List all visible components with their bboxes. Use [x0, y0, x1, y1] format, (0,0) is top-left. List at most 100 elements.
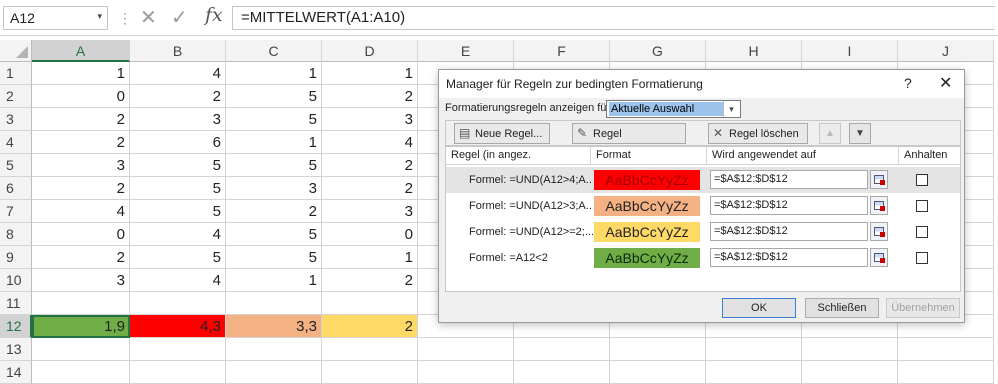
cell-b10[interactable]: 4 [130, 269, 226, 292]
cell-b14[interactable] [130, 361, 226, 384]
cell-a12[interactable]: 1,9 [32, 315, 130, 338]
column-header-j[interactable]: J [898, 40, 994, 62]
cell-b3[interactable]: 3 [130, 108, 226, 131]
cell-d2[interactable]: 2 [322, 85, 418, 108]
range-picker-icon[interactable] [870, 170, 888, 189]
cell-d11[interactable] [322, 292, 418, 315]
cell-b1[interactable]: 4 [130, 62, 226, 85]
cell-h13[interactable] [706, 338, 802, 361]
cell-i14[interactable] [802, 361, 898, 384]
applies-to-field[interactable]: =$A$12:$D$12 [710, 170, 868, 189]
row-header-14[interactable]: 14 [0, 361, 32, 384]
cancel-icon[interactable]: ✕ [140, 5, 157, 30]
move-up-button[interactable]: ▲ [819, 123, 841, 144]
cell-g14[interactable] [610, 361, 706, 384]
cell-d9[interactable]: 1 [322, 246, 418, 269]
stop-if-true-checkbox[interactable] [916, 174, 928, 186]
cell-c9[interactable]: 5 [226, 246, 322, 269]
range-picker-icon[interactable] [870, 222, 888, 241]
cell-c11[interactable] [226, 292, 322, 315]
cell-c12[interactable]: 3,3 [226, 315, 322, 338]
row-header-5[interactable]: 5 [0, 154, 32, 177]
new-rule-button[interactable]: ▤ Neue Regel... [454, 123, 550, 144]
cell-a13[interactable] [32, 338, 130, 361]
row-header-6[interactable]: 6 [0, 177, 32, 200]
formula-input[interactable]: =MITTELWERT(A1:A10) [232, 6, 995, 30]
column-header-g[interactable]: G [610, 40, 706, 62]
cell-b8[interactable]: 4 [130, 223, 226, 246]
row-header-11[interactable]: 11 [0, 292, 32, 315]
column-header-f[interactable]: F [514, 40, 610, 62]
cell-j13[interactable] [898, 338, 994, 361]
cell-c13[interactable] [226, 338, 322, 361]
row-header-7[interactable]: 7 [0, 200, 32, 223]
range-picker-icon[interactable] [870, 248, 888, 267]
edit-rule-button[interactable]: ✎Regel bearbeiten... [572, 123, 686, 159]
cell-e14[interactable] [418, 361, 514, 384]
cell-d12[interactable]: 2 [322, 315, 418, 338]
cell-c1[interactable]: 1 [226, 62, 322, 85]
cell-d6[interactable]: 2 [322, 177, 418, 200]
applies-to-field[interactable]: =$A$12:$D$12 [710, 222, 868, 241]
cell-a2[interactable]: 0 [32, 85, 130, 108]
cell-d10[interactable]: 2 [322, 269, 418, 292]
cell-h14[interactable] [706, 361, 802, 384]
cell-f13[interactable] [514, 338, 610, 361]
cell-b9[interactable]: 5 [130, 246, 226, 269]
cell-d7[interactable]: 3 [322, 200, 418, 223]
cell-b11[interactable] [130, 292, 226, 315]
row-header-13[interactable]: 13 [0, 338, 32, 361]
cell-c7[interactable]: 2 [226, 200, 322, 223]
cell-a10[interactable]: 3 [32, 269, 130, 292]
cell-c14[interactable] [226, 361, 322, 384]
row-header-12[interactable]: 12 [0, 315, 32, 338]
drag-handle-icon[interactable]: ⋮ [118, 10, 133, 27]
delete-rule-button[interactable]: ✕ Regel löschen [708, 123, 808, 144]
column-header-h[interactable]: H [706, 40, 802, 62]
close-button[interactable]: Schließen [805, 298, 879, 318]
move-down-button[interactable]: ▼ [849, 123, 871, 144]
chevron-down-icon[interactable]: ▾ [97, 11, 102, 22]
rule-row[interactable]: Formel: =UND(A12>=2;... AaBbCcYyZz =$A$12:… [446, 219, 960, 245]
cell-b12[interactable]: 4,3 [130, 315, 226, 338]
cell-b6[interactable]: 5 [130, 177, 226, 200]
cell-b4[interactable]: 6 [130, 131, 226, 154]
column-header-a[interactable]: A [32, 40, 130, 62]
cell-c8[interactable]: 5 [226, 223, 322, 246]
cell-b2[interactable]: 2 [130, 85, 226, 108]
range-picker-icon[interactable] [870, 196, 888, 215]
applies-to-field[interactable]: =$A$12:$D$12 [710, 196, 868, 215]
cell-a14[interactable] [32, 361, 130, 384]
column-header-i[interactable]: I [802, 40, 898, 62]
cell-a7[interactable]: 4 [32, 200, 130, 223]
name-box[interactable]: A12 ▾ [3, 6, 108, 30]
cell-b13[interactable] [130, 338, 226, 361]
column-header-d[interactable]: D [322, 40, 418, 62]
rule-row[interactable]: Formel: =UND(A12>3;A... AaBbCcYyZz =$A$12:… [446, 193, 960, 219]
cell-f14[interactable] [514, 361, 610, 384]
cell-d13[interactable] [322, 338, 418, 361]
cell-c10[interactable]: 1 [226, 269, 322, 292]
cell-b7[interactable]: 5 [130, 200, 226, 223]
ok-button[interactable]: OK [722, 298, 796, 318]
scope-select[interactable]: Aktuelle Auswahl ▾ [606, 100, 741, 118]
cell-d8[interactable]: 0 [322, 223, 418, 246]
help-icon[interactable]: ? [904, 75, 912, 91]
insert-function-icon[interactable]: fx [205, 4, 223, 26]
stop-if-true-checkbox[interactable] [916, 226, 928, 238]
cell-d3[interactable]: 3 [322, 108, 418, 131]
cell-c3[interactable]: 5 [226, 108, 322, 131]
row-header-9[interactable]: 9 [0, 246, 32, 269]
cell-g13[interactable] [610, 338, 706, 361]
cell-a6[interactable]: 2 [32, 177, 130, 200]
rule-row[interactable]: Formel: =A12<2 AaBbCcYyZz =$A$12:$D$12 [446, 245, 960, 271]
cell-d5[interactable]: 2 [322, 154, 418, 177]
row-header-3[interactable]: 3 [0, 108, 32, 131]
cell-d1[interactable]: 1 [322, 62, 418, 85]
column-header-e[interactable]: E [418, 40, 514, 62]
cell-c5[interactable]: 5 [226, 154, 322, 177]
cell-a1[interactable]: 1 [32, 62, 130, 85]
select-all-button[interactable] [0, 40, 32, 62]
column-header-b[interactable]: B [130, 40, 226, 62]
cell-c2[interactable]: 5 [226, 85, 322, 108]
